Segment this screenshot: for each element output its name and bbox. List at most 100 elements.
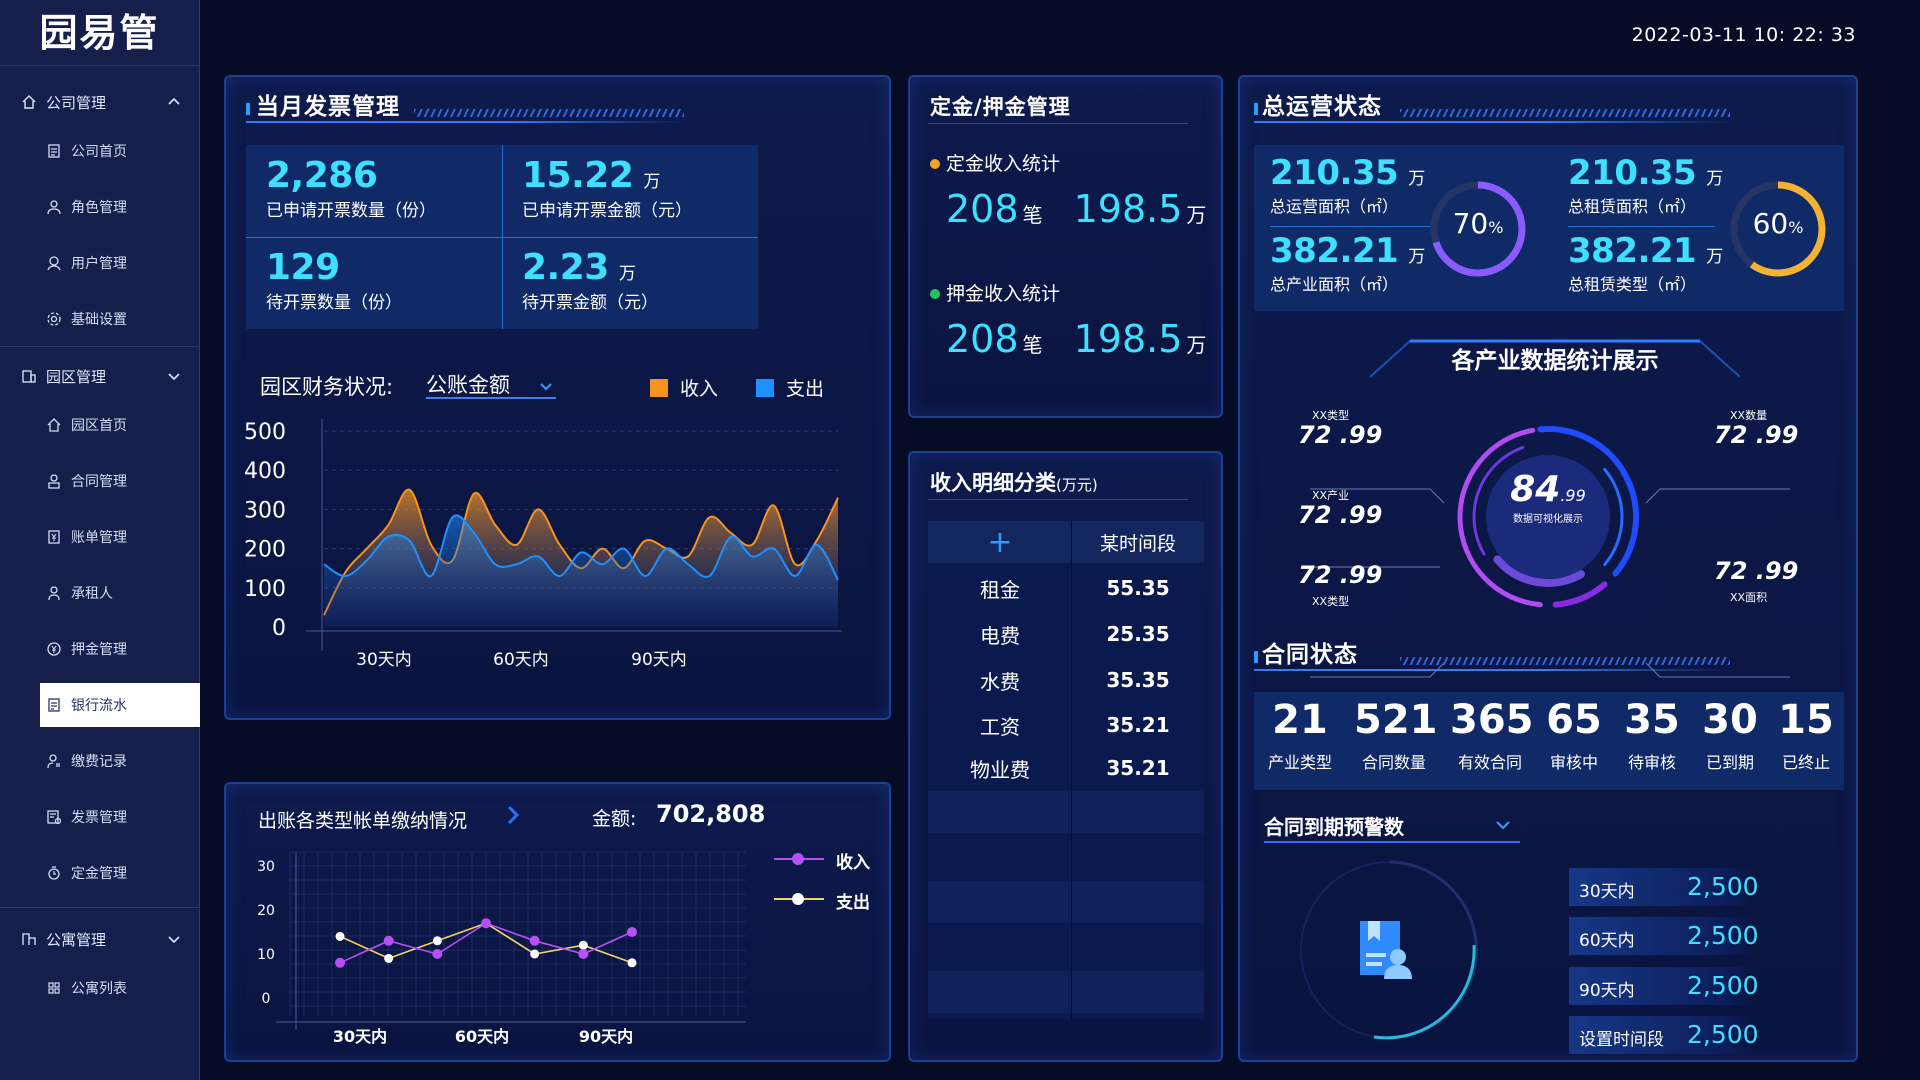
data-point <box>529 935 540 946</box>
stat-unit: 万 <box>618 264 636 284</box>
contract-stat-value: 65 <box>1546 697 1602 743</box>
title-marker <box>246 103 250 115</box>
chevron-down-icon <box>538 375 554 399</box>
industry-item-value: 72 .99 <box>1714 557 1799 585</box>
sidebar-item-apartment-list[interactable]: 公寓列表 <box>40 966 200 1010</box>
finance-label: 园区财务状况: <box>260 375 394 399</box>
gear-icon <box>46 311 62 327</box>
ops-unit: 万 <box>1706 169 1724 189</box>
user-icon <box>46 199 62 215</box>
ops-value: 382.21 <box>1270 231 1399 271</box>
legend-label-expense: 支出 <box>836 893 870 913</box>
sidebar-group-apartments[interactable]: 公寓管理 <box>0 913 200 965</box>
row-value: 35.21 <box>1106 756 1170 780</box>
contract-stat-value: 30 <box>1702 697 1758 743</box>
industry-item-label: XX面积 <box>1730 591 1768 604</box>
sidebar-item-invoices[interactable]: 发票管理 <box>40 795 200 839</box>
person-icon <box>46 585 62 601</box>
expiry-alert-select[interactable]: 合同到期预警数 <box>1264 811 1520 843</box>
expiry-row-custom[interactable]: 设置时间段 2,500 <box>1569 1016 1759 1054</box>
y-tick-label: 20 <box>257 903 275 919</box>
contract-stat-value: 365 <box>1450 697 1534 743</box>
row-value: 35.35 <box>1106 668 1170 692</box>
stat-value: 2,286 <box>266 155 378 196</box>
stat-pending-amount: 2.23 万 待开票金额（元） <box>522 247 658 313</box>
x-tick-label: 90天内 <box>579 1027 633 1046</box>
x-tick-label: 30天内 <box>333 1027 387 1046</box>
row-value: 35.21 <box>1106 713 1170 737</box>
data-point <box>627 927 637 937</box>
operations-title: 总运营状态 <box>1262 94 1382 120</box>
deposit-count: 208 <box>946 317 1019 361</box>
sidebar-item-bank-flow[interactable]: 银行流水 <box>40 683 200 727</box>
operations-panel: 总运营状态 210.35 万 总运营面积（㎡） 382.21 万 总产业面积（㎡） … <box>1238 75 1858 1062</box>
earnest-count: 208 <box>946 187 1019 231</box>
ops-right-top: 210.35 万 总租赁面积（㎡） <box>1568 153 1723 217</box>
sidebar-item-company-home[interactable]: 公司首页 <box>40 129 200 173</box>
sidebar-item-deposits[interactable]: 押金管理 <box>40 627 200 671</box>
data-point <box>432 936 442 946</box>
add-category-button[interactable]: + <box>928 525 1072 560</box>
sidebar-item-park-home[interactable]: 园区首页 <box>40 403 200 447</box>
legend-label-income: 收入 <box>836 853 870 873</box>
sidebar-item-earnest[interactable]: 定金管理 <box>40 851 200 895</box>
sidebar-item-label: 公司首页 <box>71 144 127 160</box>
ops-left-top: 210.35 万 总运营面积（㎡） <box>1270 153 1425 217</box>
chevron-down-icon[interactable] <box>166 368 182 384</box>
row-name: 租金 <box>980 577 1020 602</box>
sidebar-item-tenants[interactable]: 承租人 <box>40 571 200 615</box>
expiry-value: 2,500 <box>1687 971 1759 1000</box>
title-decoration <box>1400 109 1730 117</box>
title-underline <box>1254 121 1734 123</box>
expiry-row-90[interactable]: 90天内 2,500 <box>1569 967 1759 1005</box>
expiry-label: 30天内 <box>1579 882 1635 902</box>
industry-item-value: 72 .99 <box>1298 501 1383 529</box>
sidebar-group-park[interactable]: 园区管理 <box>0 350 200 402</box>
title-underline <box>928 123 1188 124</box>
apartment-icon <box>20 930 38 948</box>
sidebar-item-label: 基础设置 <box>71 312 127 328</box>
data-point <box>578 940 588 950</box>
chevron-right-icon[interactable] <box>504 804 524 830</box>
invoice-panel: 当月发票管理 2,286 已申请开票数量（份） 15.22 万 已申请开票金额（元… <box>224 75 891 720</box>
gauge-value: 60 <box>1752 207 1789 240</box>
sidebar-group-company[interactable]: 公司管理 <box>0 76 200 128</box>
chevron-up-icon[interactable] <box>166 94 182 110</box>
sidebar-item-bills[interactable]: 账单管理 <box>40 515 200 559</box>
row-value: 55.35 <box>1106 576 1170 600</box>
expiry-row-60[interactable]: 60天内 2,500 <box>1569 917 1759 955</box>
y-tick-label: 0 <box>262 991 271 1007</box>
sidebar-item-payments[interactable]: 缴费记录 <box>40 739 200 783</box>
finance-select[interactable]: 公账金额 <box>426 369 556 399</box>
sidebar-item-settings[interactable]: 基础设置 <box>40 297 200 341</box>
grid-icon <box>46 980 62 996</box>
stat-applied-count: 2,286 已申请开票数量（份） <box>266 155 436 221</box>
earnest-amount-unit: 万 <box>1186 203 1207 227</box>
deposit-values: 208 笔 198.5 万 <box>946 317 1206 361</box>
sidebar-item-contracts[interactable]: 合同管理 <box>40 459 200 503</box>
sidebar-item-label: 银行流水 <box>71 698 127 714</box>
ops-label: 总租赁类型（㎡） <box>1568 275 1697 294</box>
expiry-row-30[interactable]: 30天内 2,500 <box>1569 868 1759 906</box>
expiry-label: 设置时间段 <box>1579 1030 1664 1050</box>
ops-right-bottom: 382.21 万 总租赁类型（㎡） <box>1568 231 1723 295</box>
ops-label: 总运营面积（㎡） <box>1270 197 1399 216</box>
ops-label: 总产业面积（㎡） <box>1270 275 1399 294</box>
data-point <box>383 935 394 946</box>
contract-stat-label: 待审核 <box>1627 753 1676 772</box>
finance-area-chart: 0 100 200 300 400 500 30天内 60天内 90天内 <box>244 419 842 670</box>
billing-line-chart: 0 10 20 30 30天内 60天内 90天内 <box>257 851 746 1046</box>
ops-label: 总租赁面积（㎡） <box>1568 197 1697 216</box>
deposit-title: 定金/押金管理 <box>930 95 1071 119</box>
ops-value: 210.35 <box>1568 153 1697 193</box>
y-tick-label: 400 <box>244 459 286 484</box>
legend-swatch-expense <box>756 379 774 397</box>
billing-amount-label: 金额: <box>592 808 637 830</box>
sidebar-item-label: 定金管理 <box>71 866 127 882</box>
contract-stat-value: 21 <box>1272 697 1328 743</box>
sidebar-item-roles[interactable]: 角色管理 <box>40 185 200 229</box>
chevron-down-icon[interactable] <box>166 931 182 947</box>
sidebar-item-users[interactable]: 用户管理 <box>40 241 200 285</box>
stat-label: 待开票数量（份） <box>266 293 402 313</box>
data-point <box>578 949 589 959</box>
